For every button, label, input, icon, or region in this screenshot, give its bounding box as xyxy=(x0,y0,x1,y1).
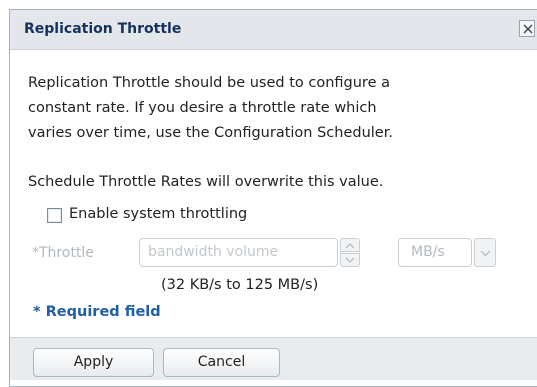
dialog-title: Replication Throttle xyxy=(24,21,182,37)
chevron-down-icon xyxy=(480,250,491,257)
description-line-2: constant rate. If you desire a throttle … xyxy=(28,100,377,116)
unit-select[interactable]: MB/s xyxy=(398,238,472,267)
enable-throttling-checkbox[interactable] xyxy=(47,208,62,223)
required-field-note: * Required field xyxy=(33,304,161,320)
throttle-range-hint: (32 KB/s to 125 MB/s) xyxy=(161,277,319,293)
throttle-label: *Throttle xyxy=(32,245,94,261)
description-line-3: varies over time, use the Configuration … xyxy=(28,125,393,141)
close-button[interactable] xyxy=(519,20,535,37)
chevron-down-icon xyxy=(345,257,355,263)
description-line-1: Replication Throttle should be used to c… xyxy=(28,75,390,91)
throttle-spinner[interactable] xyxy=(340,238,360,267)
replication-throttle-dialog: Replication Throttle Replication Throttl… xyxy=(9,9,537,387)
enable-throttling-label[interactable]: Enable system throttling xyxy=(69,206,247,222)
chevron-up-icon xyxy=(345,243,355,249)
dialog-footer: Apply Cancel xyxy=(10,337,537,380)
spin-up-button[interactable] xyxy=(340,238,360,252)
dialog-titlebar: Replication Throttle xyxy=(10,10,537,50)
spin-down-button[interactable] xyxy=(340,253,360,267)
throttle-input[interactable]: bandwidth volume xyxy=(139,238,338,267)
unit-dropdown-button[interactable] xyxy=(474,238,496,267)
apply-button[interactable]: Apply xyxy=(33,348,154,377)
cancel-button[interactable]: Cancel xyxy=(163,348,280,377)
overwrite-note: Schedule Throttle Rates will overwrite t… xyxy=(28,174,384,190)
close-icon xyxy=(523,24,533,34)
